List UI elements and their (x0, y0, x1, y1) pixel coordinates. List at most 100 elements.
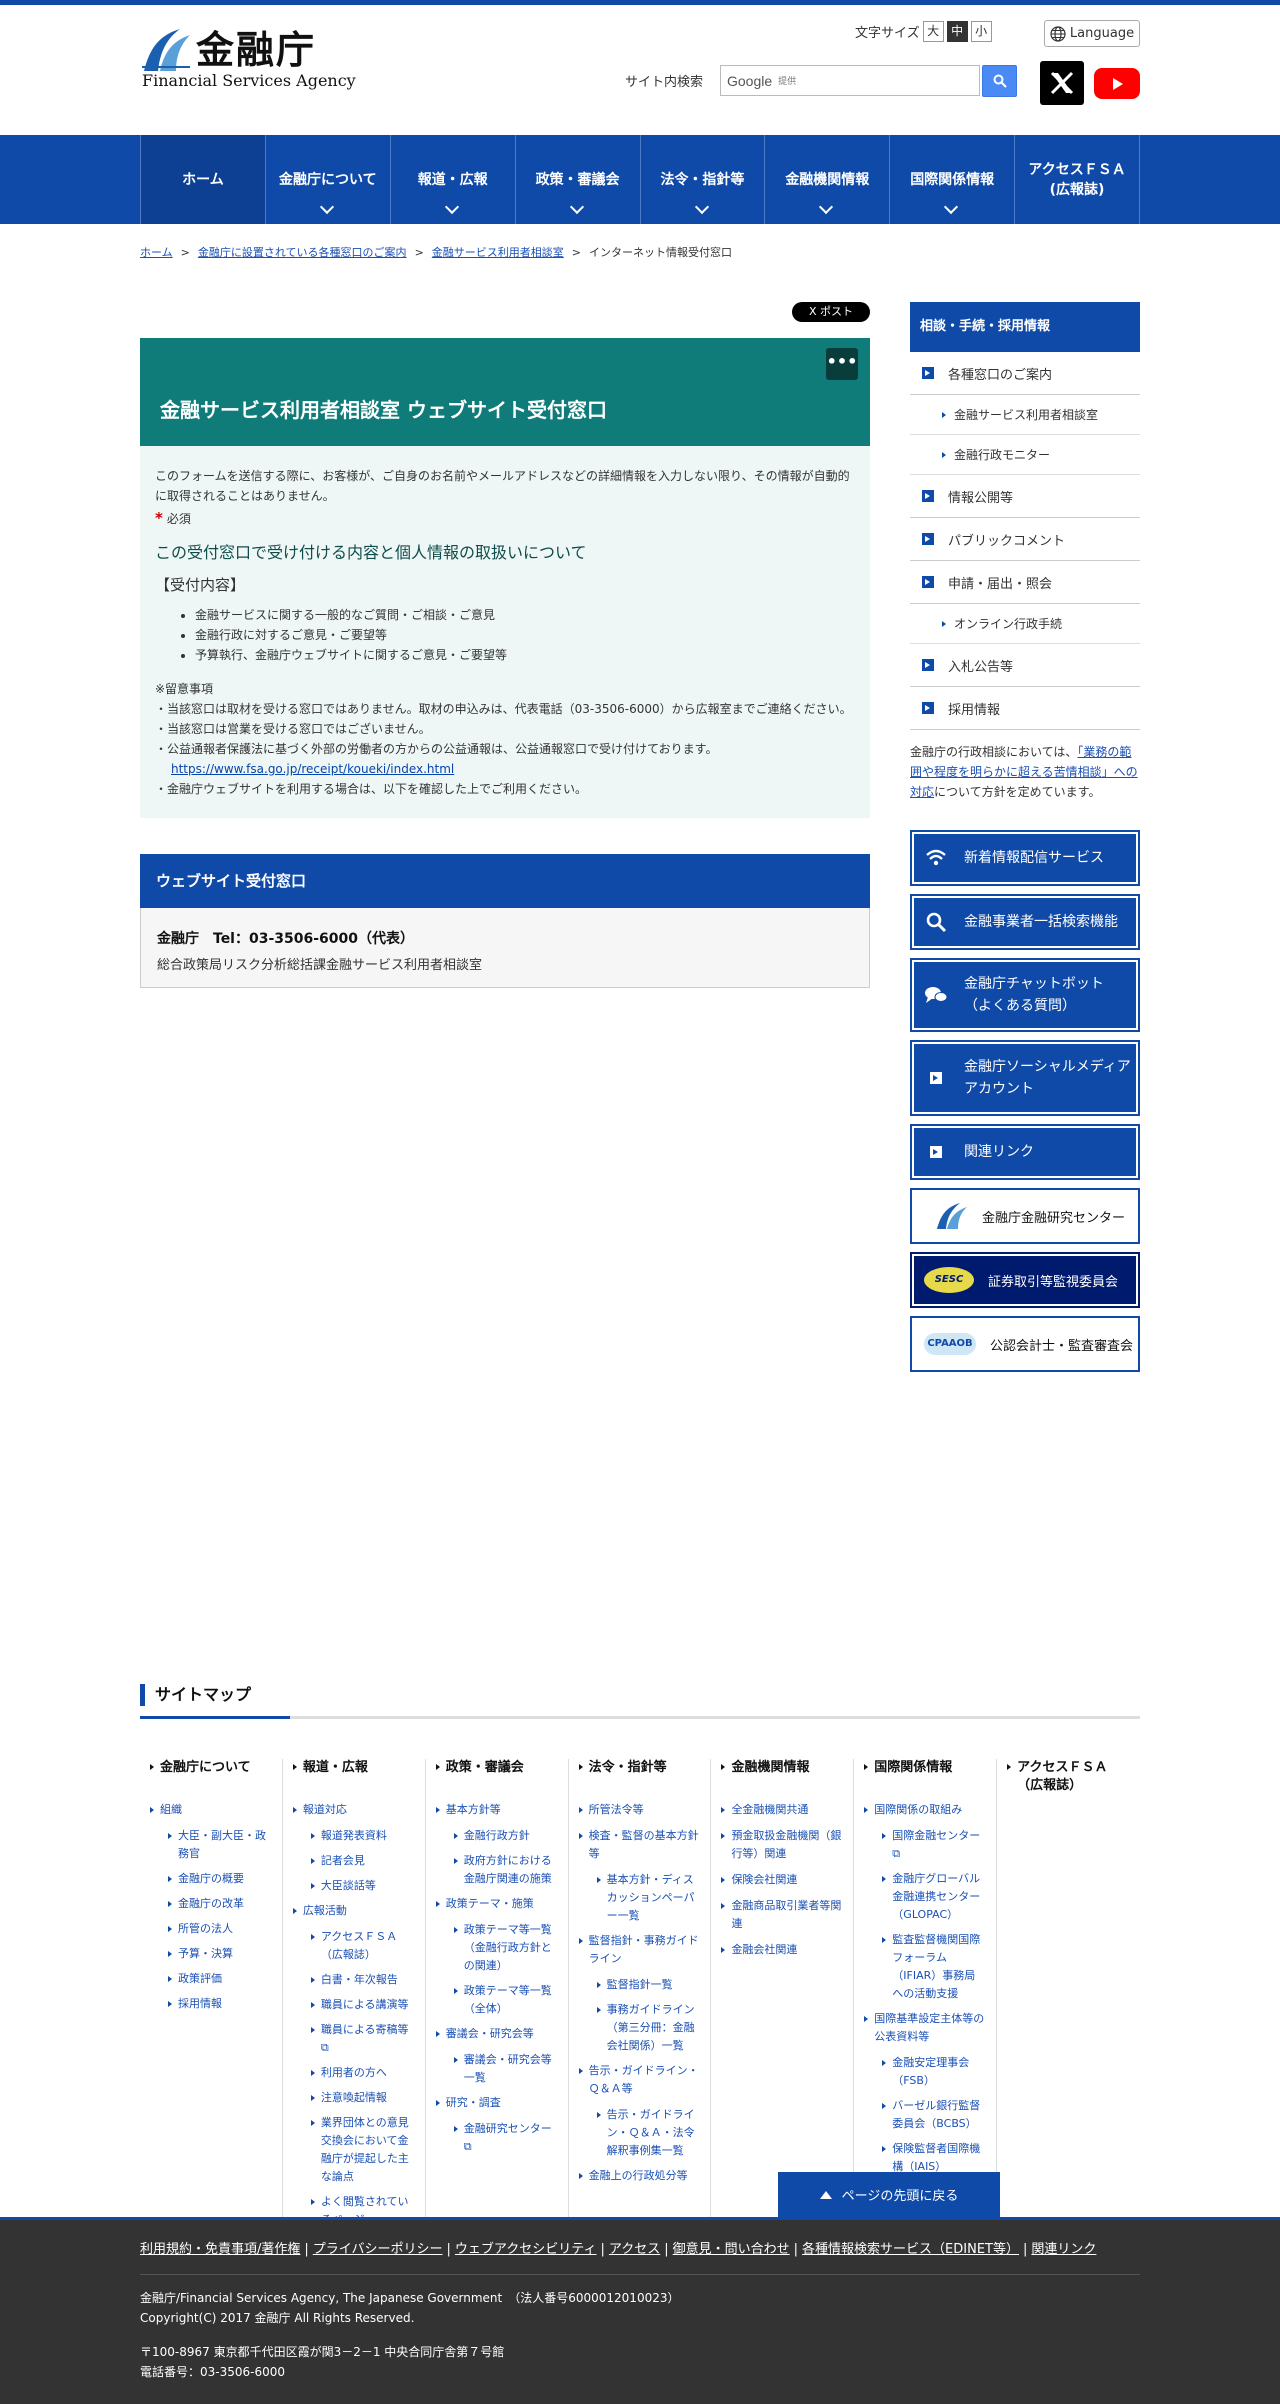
sitemap-link[interactable]: 保険会社関連 (721, 1871, 843, 1889)
sitemap-link[interactable]: 所管の法人 (150, 1920, 272, 1938)
sitemap-link[interactable]: 告示・ガイドライン・Ｑ＆Ａ・法令解釈事例集一覧 (579, 2106, 701, 2160)
search-input[interactable]: Google 提供 (720, 65, 980, 96)
search-button[interactable] (982, 65, 1017, 97)
sidebar-sub-consult[interactable]: 金融サービス利用者相談室 (910, 395, 1140, 435)
chatbot-button[interactable]: 金融庁チャットボット （よくある質問） (910, 958, 1140, 1032)
sitemap-link[interactable]: 金融商品取引業者等関連 (721, 1897, 843, 1933)
sitemap-link[interactable]: 職員による講演等 (293, 1996, 415, 2014)
sitemap-column-heading[interactable]: 政策・審議会 (435, 1759, 558, 1777)
sitemap-link[interactable]: 記者会見 (293, 1852, 415, 1870)
font-size-large-button[interactable]: 大 (922, 21, 944, 42)
sitemap-link[interactable]: 組織 (150, 1801, 272, 1819)
breadcrumb-consult[interactable]: 金融サービス利用者相談室 (432, 246, 564, 259)
youtube-icon[interactable] (1094, 68, 1140, 99)
nav-item-policy[interactable]: 政策・審議会 (516, 135, 641, 224)
sitemap-link[interactable]: 業界団体との意見交換会において金融庁が提起した主な論点 (293, 2114, 415, 2186)
sitemap-link[interactable]: 利用者の方へ (293, 2064, 415, 2082)
sitemap-column-heading[interactable]: 報道・広報 (292, 1759, 415, 1777)
nav-item-access-fsa[interactable]: アクセスＦＳＡ (広報誌) (1015, 135, 1140, 224)
sitemap-link[interactable]: 事務ガイドライン（第三分冊：金融会社関係）一覧 (579, 2001, 701, 2055)
sitemap-link[interactable]: 検査・監督の基本方針等 (578, 1827, 701, 1863)
sitemap-link[interactable]: 国際関係の取組み (864, 1801, 986, 1819)
sitemap-link[interactable]: 予算・決算 (150, 1945, 272, 1963)
sidebar-sub-online[interactable]: オンライン行政手続 (910, 604, 1140, 644)
sidebar-item-windows[interactable]: 各種窓口のご案内 (910, 352, 1140, 395)
x-social-icon[interactable] (1040, 61, 1084, 105)
sitemap-link[interactable]: 白書・年次報告 (293, 1971, 415, 1989)
footer-link-accessibility[interactable]: ウェブアクセシビリティ (455, 2242, 597, 2257)
sitemap-link[interactable]: 全金融機関共通 (721, 1801, 843, 1819)
sitemap-link[interactable]: 金融安定理事会（FSB） (864, 2054, 986, 2090)
research-center-banner[interactable]: 金融庁金融研究センター (910, 1188, 1140, 1244)
sitemap-link[interactable]: 監督指針・事務ガイドライン (578, 1932, 701, 1968)
sitemap-link[interactable]: 報道対応 (292, 1801, 415, 1819)
footer-link-contact[interactable]: 御意見・問い合わせ (673, 2242, 790, 2257)
sitemap-link[interactable]: 金融研究センター ⧉ (436, 2120, 558, 2156)
sitemap-column-heading[interactable]: 金融機関情報 (721, 1759, 843, 1777)
sitemap-link[interactable]: 金融行政方針 (436, 1827, 558, 1845)
more-menu-button[interactable]: ••• (826, 348, 858, 380)
page-top-button[interactable]: ページの先頭に戻る (778, 2172, 1000, 2217)
sitemap-link[interactable]: 大臣・副大臣・政務官 (150, 1827, 272, 1863)
social-media-button[interactable]: 金融庁ソーシャルメディア アカウント (910, 1040, 1140, 1116)
sidebar-item-applications[interactable]: 申請・届出・照会 (910, 561, 1140, 604)
sidebar-item-bidding[interactable]: 入札公告等 (910, 644, 1140, 687)
language-button[interactable]: Language (1044, 20, 1140, 47)
breadcrumb-windows[interactable]: 金融庁に設置されている各種窓口のご案内 (198, 246, 407, 259)
sidebar-item-disclosure[interactable]: 情報公開等 (910, 475, 1140, 518)
sitemap-link[interactable]: 政策テーマ・施策 (435, 1895, 558, 1913)
sitemap-link[interactable]: 金融上の行政処分等 (578, 2167, 701, 2185)
footer-link-related[interactable]: 関連リンク (1031, 2242, 1096, 2257)
footer-link-privacy[interactable]: プライバシーポリシー (313, 2242, 443, 2257)
sitemap-link[interactable]: 研究・調査 (435, 2094, 558, 2112)
sitemap-link[interactable]: 職員による寄稿等 ⧉ (293, 2021, 415, 2057)
sitemap-link[interactable]: 注意喚起情報 (293, 2089, 415, 2107)
koueki-link[interactable]: https://www.fsa.go.jp/receipt/koueki/ind… (171, 762, 454, 776)
sitemap-column-heading[interactable]: 法令・指針等 (578, 1759, 701, 1777)
footer-link-edinet[interactable]: 各種情報検索サービス（EDINET等） (802, 2242, 1019, 2257)
footer-link-access[interactable]: アクセス (609, 2242, 660, 2257)
sitemap-link[interactable]: 所管法令等 (578, 1801, 701, 1819)
sitemap-link[interactable]: 国際金融センター ⧉ (864, 1827, 986, 1863)
sitemap-link[interactable]: 政策テーマ等一覧（金融行政方針との関連） (436, 1921, 558, 1975)
nav-item-about[interactable]: 金融庁について (266, 135, 391, 224)
sitemap-link[interactable]: 基本方針等 (435, 1801, 558, 1819)
sitemap-link[interactable]: 広報活動 (292, 1902, 415, 1920)
sitemap-link[interactable]: 金融庁の概要 (150, 1870, 272, 1888)
sitemap-link[interactable]: 政策評価 (150, 1970, 272, 1988)
nav-item-press[interactable]: 報道・広報 (391, 135, 516, 224)
sitemap-link[interactable]: 国際基準設定主体等の公表資料等 (864, 2010, 986, 2046)
sitemap-link[interactable]: 預金取扱金融機関（銀行等）関連 (721, 1827, 843, 1863)
sitemap-link[interactable]: 監査監督機関国際フォーラム（IFIAR）事務局への活動支援 (864, 1931, 986, 2003)
font-size-medium-button[interactable]: 中 (946, 21, 968, 42)
sitemap-column-heading[interactable]: アクセスＦＳＡ（広報誌） (1007, 1759, 1130, 1795)
sitemap-link[interactable]: 監督指針一覧 (579, 1976, 701, 1994)
nav-item-home[interactable]: ホーム (141, 135, 266, 224)
sitemap-link[interactable]: 保険監督者国際機構（IAIS） (864, 2140, 986, 2176)
sitemap-link[interactable]: 金融庁の改革 (150, 1895, 272, 1913)
related-links-button[interactable]: 関連リンク (910, 1124, 1140, 1180)
sitemap-link[interactable]: アクセスＦＳＡ（広報誌） (293, 1928, 415, 1964)
breadcrumb-home[interactable]: ホーム (140, 246, 173, 259)
font-size-small-button[interactable]: 小 (970, 21, 992, 42)
sitemap-link[interactable]: 金融庁グローバル金融連携センター（GLOPAC） (864, 1870, 986, 1924)
sitemap-link[interactable]: 審議会・研究会等一覧 (436, 2051, 558, 2087)
sitemap-link[interactable]: バーゼル銀行監督委員会（BCBS） (864, 2097, 986, 2133)
sitemap-link[interactable]: 政策テーマ等一覧（全体） (436, 1982, 558, 2018)
sitemap-link[interactable]: 金融会社関連 (721, 1941, 843, 1959)
sitemap-link[interactable]: 政府方針における金融庁関連の施策 (436, 1852, 558, 1888)
sidebar-item-recruit[interactable]: 採用情報 (910, 687, 1140, 730)
sitemap-link[interactable]: 報道発表資料 (293, 1827, 415, 1845)
nav-item-laws[interactable]: 法令・指針等 (641, 135, 766, 224)
footer-link-terms[interactable]: 利用規約・免責事項/著作権 (140, 2242, 300, 2257)
sitemap-column-heading[interactable]: 国際関係情報 (864, 1759, 986, 1777)
sitemap-link[interactable]: 採用情報 (150, 1995, 272, 2013)
sidebar-sub-monitor[interactable]: 金融行政モニター (910, 435, 1140, 475)
sitemap-link[interactable]: 審議会・研究会等 (435, 2025, 558, 2043)
cpaaob-banner[interactable]: CPAAOB 公認会計士・監査審査会 (910, 1316, 1140, 1372)
nav-item-institutions[interactable]: 金融機関情報 (765, 135, 891, 224)
rss-service-button[interactable]: 新着情報配信サービス (910, 830, 1140, 886)
x-post-button[interactable]: X ポスト (792, 302, 870, 322)
sitemap-link[interactable]: 基本方針・ディスカッションペーパー一覧 (579, 1871, 701, 1925)
site-logo[interactable]: 金融庁 Financial Services Agency (140, 27, 356, 95)
